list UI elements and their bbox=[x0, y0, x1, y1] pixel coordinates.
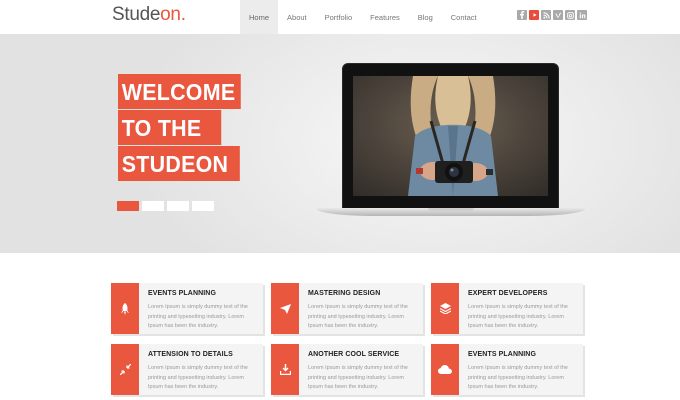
slider-dot-3[interactable] bbox=[167, 201, 189, 211]
nav-item-about[interactable]: About bbox=[278, 0, 316, 34]
rss-icon[interactable] bbox=[541, 10, 551, 20]
service-description: Lorem Ipsum is simply dummy text of the … bbox=[148, 304, 248, 329]
laptop-notch bbox=[428, 208, 474, 211]
service-title: EVENTS PLANNING bbox=[148, 290, 217, 297]
hero-slider: WELCOME TO THE STUDEON bbox=[0, 34, 680, 253]
services-section: EVENTS PLANNING Lorem Ipsum is simply du… bbox=[0, 253, 680, 400]
service-description: Lorem Ipsum is simply dummy text of the … bbox=[308, 304, 408, 329]
slider-pagination bbox=[117, 201, 214, 211]
nav-item-portfolio[interactable]: Portfolio bbox=[316, 0, 362, 34]
service-title: EVENTS PLANNING bbox=[468, 351, 537, 358]
hero-headline-line-2: TO THE bbox=[118, 110, 222, 145]
youtube-icon[interactable] bbox=[529, 10, 539, 20]
instagram-icon[interactable] bbox=[565, 10, 575, 20]
slider-dot-4[interactable] bbox=[192, 201, 214, 211]
hero-headline-line-1: WELCOME bbox=[118, 74, 241, 109]
service-card: ANOTHER COOL SERVICE Lorem Ipsum is simp… bbox=[271, 344, 423, 395]
service-card: EVENTS PLANNING Lorem Ipsum is simply du… bbox=[111, 283, 263, 334]
linkedin-icon[interactable] bbox=[577, 10, 587, 20]
slider-dot-1[interactable] bbox=[117, 201, 139, 211]
download-icon bbox=[271, 344, 299, 395]
page: Studeon. Home About Portfolio Features B… bbox=[0, 0, 680, 400]
service-description: Lorem Ipsum is simply dummy text of the … bbox=[148, 365, 248, 390]
nav-item-contact[interactable]: Contact bbox=[442, 0, 486, 34]
service-title: ANOTHER COOL SERVICE bbox=[308, 351, 400, 358]
service-title: ATTENSION TO DETAILS bbox=[148, 351, 233, 358]
hero-headline-line-3: STUDEON bbox=[118, 146, 240, 181]
main-nav: Home About Portfolio Features Blog Conta… bbox=[240, 0, 486, 34]
service-title: EXPERT DEVELOPERS bbox=[468, 290, 548, 297]
social-links bbox=[517, 10, 587, 20]
logo-text-accent: on bbox=[160, 4, 181, 25]
laptop-mockup bbox=[342, 63, 559, 209]
service-card: MASTERING DESIGN Lorem Ipsum is simply d… bbox=[271, 283, 423, 334]
nav-item-features[interactable]: Features bbox=[361, 0, 409, 34]
cloud-icon bbox=[431, 344, 459, 395]
nav-item-home[interactable]: Home bbox=[240, 0, 279, 34]
slider-dot-2[interactable] bbox=[142, 201, 164, 211]
facebook-icon[interactable] bbox=[517, 10, 527, 20]
service-title: MASTERING DESIGN bbox=[308, 290, 381, 297]
logo-text: Stude bbox=[112, 4, 161, 25]
service-card: EXPERT DEVELOPERS Lorem Ipsum is simply … bbox=[431, 283, 583, 334]
compress-icon bbox=[111, 344, 139, 395]
service-description: Lorem Ipsum is simply dummy text of the … bbox=[308, 365, 408, 390]
rocket-icon bbox=[111, 283, 139, 334]
site-logo[interactable]: Studeon. bbox=[112, 4, 186, 26]
service-description: Lorem Ipsum is simply dummy text of the … bbox=[468, 365, 568, 390]
service-card: EVENTS PLANNING Lorem Ipsum is simply du… bbox=[431, 344, 583, 395]
paper-plane-icon bbox=[271, 283, 299, 334]
service-description: Lorem Ipsum is simply dummy text of the … bbox=[468, 304, 568, 329]
vimeo-icon[interactable] bbox=[553, 10, 563, 20]
layers-icon bbox=[431, 283, 459, 334]
hero-photo bbox=[353, 76, 548, 196]
logo-dot: . bbox=[180, 4, 186, 25]
nav-item-blog[interactable]: Blog bbox=[409, 0, 442, 34]
service-card: ATTENSION TO DETAILS Lorem Ipsum is simp… bbox=[111, 344, 263, 395]
site-header: Studeon. Home About Portfolio Features B… bbox=[0, 0, 680, 34]
